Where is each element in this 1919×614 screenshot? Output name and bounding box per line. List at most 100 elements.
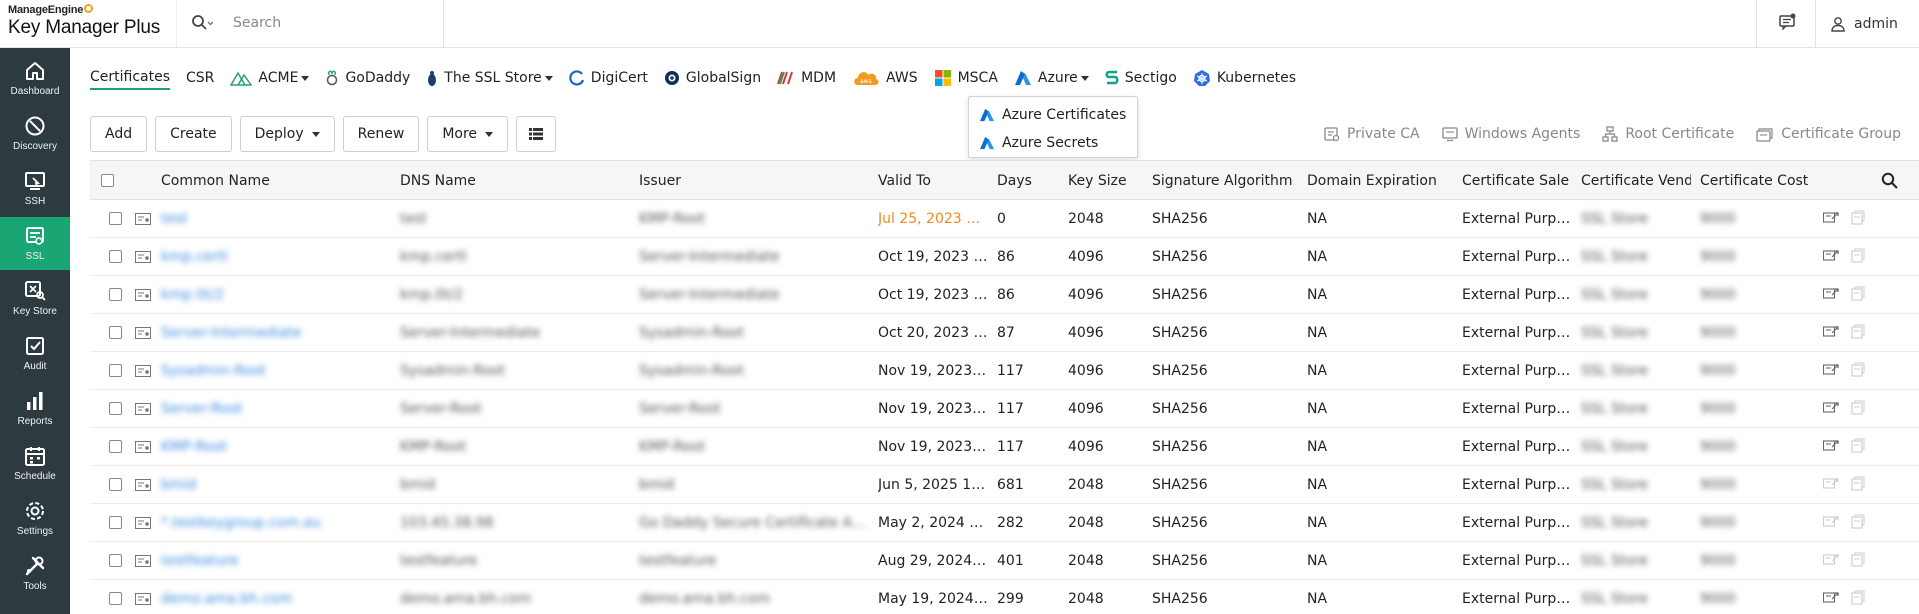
sidebar-item-discovery[interactable]: Discovery	[0, 107, 70, 160]
create-button[interactable]: Create	[155, 116, 232, 152]
column-header-common-name[interactable]: Common Name	[161, 173, 270, 189]
tab-aws[interactable]: aws AWS	[852, 66, 918, 90]
row-checkbox[interactable]	[109, 478, 122, 491]
renew-certificate-icon[interactable]	[1850, 362, 1866, 377]
sidebar-item-ssh[interactable]: SSH	[0, 162, 70, 215]
cell-common-name[interactable]: kmp.certl	[161, 249, 391, 265]
row-checkbox[interactable]	[109, 212, 122, 225]
deploy-certificate-icon[interactable]	[1823, 249, 1839, 263]
certificate-group-link[interactable]: Certificate Group	[1756, 126, 1901, 142]
renew-certificate-icon[interactable]	[1850, 324, 1866, 339]
column-header-certificate-vendor[interactable]: Certificate Vendo	[1581, 173, 1691, 189]
deploy-certificate-icon[interactable]	[1823, 325, 1839, 339]
column-header-signature-algorithm[interactable]: Signature Algorithm	[1152, 173, 1293, 189]
sidebar-item-schedule[interactable]: Schedule	[0, 437, 70, 490]
cell-common-name[interactable]: test	[161, 211, 391, 227]
column-header-days[interactable]: Days	[997, 173, 1032, 189]
add-button[interactable]: Add	[90, 116, 148, 152]
deploy-certificate-icon[interactable]	[1823, 401, 1839, 415]
cell-common-name[interactable]: Server-Root	[161, 401, 391, 417]
menu-item-azure-certificates[interactable]: Azure Certificates	[979, 103, 1126, 127]
column-header-valid-to[interactable]: Valid To	[878, 173, 931, 189]
renew-certificate-icon[interactable]	[1850, 248, 1866, 263]
tab-azure[interactable]: Azure	[1014, 66, 1089, 90]
table-row[interactable]: Server-Root Server-Root Server-Root Nov 19,…	[90, 390, 1919, 428]
column-chooser-button[interactable]	[516, 116, 557, 152]
cell-common-name[interactable]: KMP-Root	[161, 439, 391, 455]
deploy-certificate-icon[interactable]	[1823, 477, 1839, 491]
search-icon[interactable]	[191, 14, 213, 32]
sidebar-item-dashboard[interactable]: Dashboard	[0, 52, 70, 105]
row-checkbox[interactable]	[109, 402, 122, 415]
tab-csr[interactable]: CSR	[186, 66, 214, 90]
renew-certificate-icon[interactable]	[1850, 476, 1866, 491]
sidebar-item-reports[interactable]: Reports	[0, 382, 70, 435]
renew-certificate-icon[interactable]	[1850, 514, 1866, 529]
column-header-key-size[interactable]: Key Size	[1068, 173, 1127, 189]
table-row[interactable]: bmid bmid bmid Jun 5, 2025 12:... 681 2048 SHA…	[90, 466, 1919, 504]
row-checkbox[interactable]	[109, 592, 122, 605]
deploy-button[interactable]: Deploy	[239, 116, 335, 152]
row-checkbox[interactable]	[109, 440, 122, 453]
table-row[interactable]: KMP-Root KMP-Root KMP-Root Nov 19, 2023 0..…	[90, 428, 1919, 466]
renew-certificate-icon[interactable]	[1850, 552, 1866, 567]
renew-certificate-icon[interactable]	[1850, 438, 1866, 453]
deploy-certificate-icon[interactable]	[1823, 363, 1839, 377]
tab-sectigo[interactable]: Sectigo	[1105, 66, 1177, 90]
user-menu[interactable]: admin	[1830, 12, 1898, 36]
deploy-certificate-icon[interactable]	[1823, 515, 1839, 529]
column-header-issuer[interactable]: Issuer	[639, 173, 681, 189]
cell-common-name[interactable]: Sysadmin-Root	[161, 363, 391, 379]
table-row[interactable]: kmp.certl kmp.certl Server-Intermediate Oct…	[90, 238, 1919, 276]
menu-item-azure-secrets[interactable]: Azure Secrets	[979, 131, 1098, 155]
renew-certificate-icon[interactable]	[1850, 590, 1866, 605]
row-checkbox[interactable]	[109, 326, 122, 339]
search-input[interactable]	[233, 12, 433, 34]
tab-kubernetes[interactable]: Kubernetes	[1193, 66, 1296, 90]
row-checkbox[interactable]	[109, 250, 122, 263]
table-row[interactable]: demo.ama.bh.com demo.ama.bh.com demo.ama.b…	[90, 580, 1919, 614]
cell-common-name[interactable]: demo.ama.bh.com	[161, 591, 391, 607]
table-row[interactable]: testfeature testfeature testfeature Aug 29,…	[90, 542, 1919, 580]
row-checkbox[interactable]	[109, 364, 122, 377]
sidebar-item-tools[interactable]: Tools	[0, 547, 70, 600]
table-row[interactable]: Server-Intermediate Server-Intermediate Sy…	[90, 314, 1919, 352]
renew-button[interactable]: Renew	[342, 116, 420, 152]
tab-certificates[interactable]: Certificates	[90, 66, 171, 90]
deploy-certificate-icon[interactable]	[1823, 287, 1839, 301]
tab-ssl-store[interactable]: The SSL Store	[426, 66, 553, 90]
tab-msca[interactable]: MSCA	[934, 66, 998, 90]
sidebar-item-key-store[interactable]: Key Store	[0, 272, 70, 325]
cell-common-name[interactable]: Server-Intermediate	[161, 325, 391, 341]
tab-digicert[interactable]: DigiCert	[569, 66, 648, 90]
renew-certificate-icon[interactable]	[1850, 286, 1866, 301]
row-checkbox[interactable]	[109, 516, 122, 529]
sidebar-item-settings[interactable]: Settings	[0, 492, 70, 545]
sidebar-item-ssl[interactable]: SSL	[0, 217, 70, 270]
table-row[interactable]: test test KMP-Root Jul 25, 2023 0... 0 2048 SH…	[90, 200, 1919, 238]
deploy-certificate-icon[interactable]	[1823, 211, 1839, 225]
renew-certificate-icon[interactable]	[1850, 400, 1866, 415]
notifications-button[interactable]	[1756, 0, 1816, 47]
table-row[interactable]: Sysadmin-Root Sysadmin-Root Sysadmin-Root N…	[90, 352, 1919, 390]
sidebar-item-audit[interactable]: Audit	[0, 327, 70, 380]
windows-agents-link[interactable]: Windows Agents	[1441, 126, 1580, 142]
tab-globalsign[interactable]: GlobalSign	[664, 66, 761, 90]
tab-godaddy[interactable]: GoDaddy	[325, 66, 410, 90]
column-header-certificate-sale[interactable]: Certificate Sale	[1462, 173, 1569, 189]
deploy-certificate-icon[interactable]	[1823, 553, 1839, 567]
more-button[interactable]: More	[427, 116, 509, 152]
cell-common-name[interactable]: *.testkeygroup.com.au	[161, 515, 391, 531]
deploy-certificate-icon[interactable]	[1823, 591, 1839, 605]
column-header-certificate-cost[interactable]: Certificate Cost	[1700, 173, 1808, 189]
cell-common-name[interactable]: kmp.0t/2	[161, 287, 391, 303]
app-logo[interactable]: ManageEngine Key Manager Plus	[8, 4, 168, 44]
select-all-checkbox[interactable]	[101, 174, 114, 187]
renew-certificate-icon[interactable]	[1850, 210, 1866, 225]
column-header-dns-name[interactable]: DNS Name	[400, 173, 476, 189]
table-search-icon[interactable]	[1881, 172, 1899, 190]
row-checkbox[interactable]	[109, 288, 122, 301]
column-header-domain-expiration[interactable]: Domain Expiration	[1307, 173, 1437, 189]
deploy-certificate-icon[interactable]	[1823, 439, 1839, 453]
table-row[interactable]: kmp.0t/2 kmp.0t/2 Server-Intermediate Oct 1…	[90, 276, 1919, 314]
